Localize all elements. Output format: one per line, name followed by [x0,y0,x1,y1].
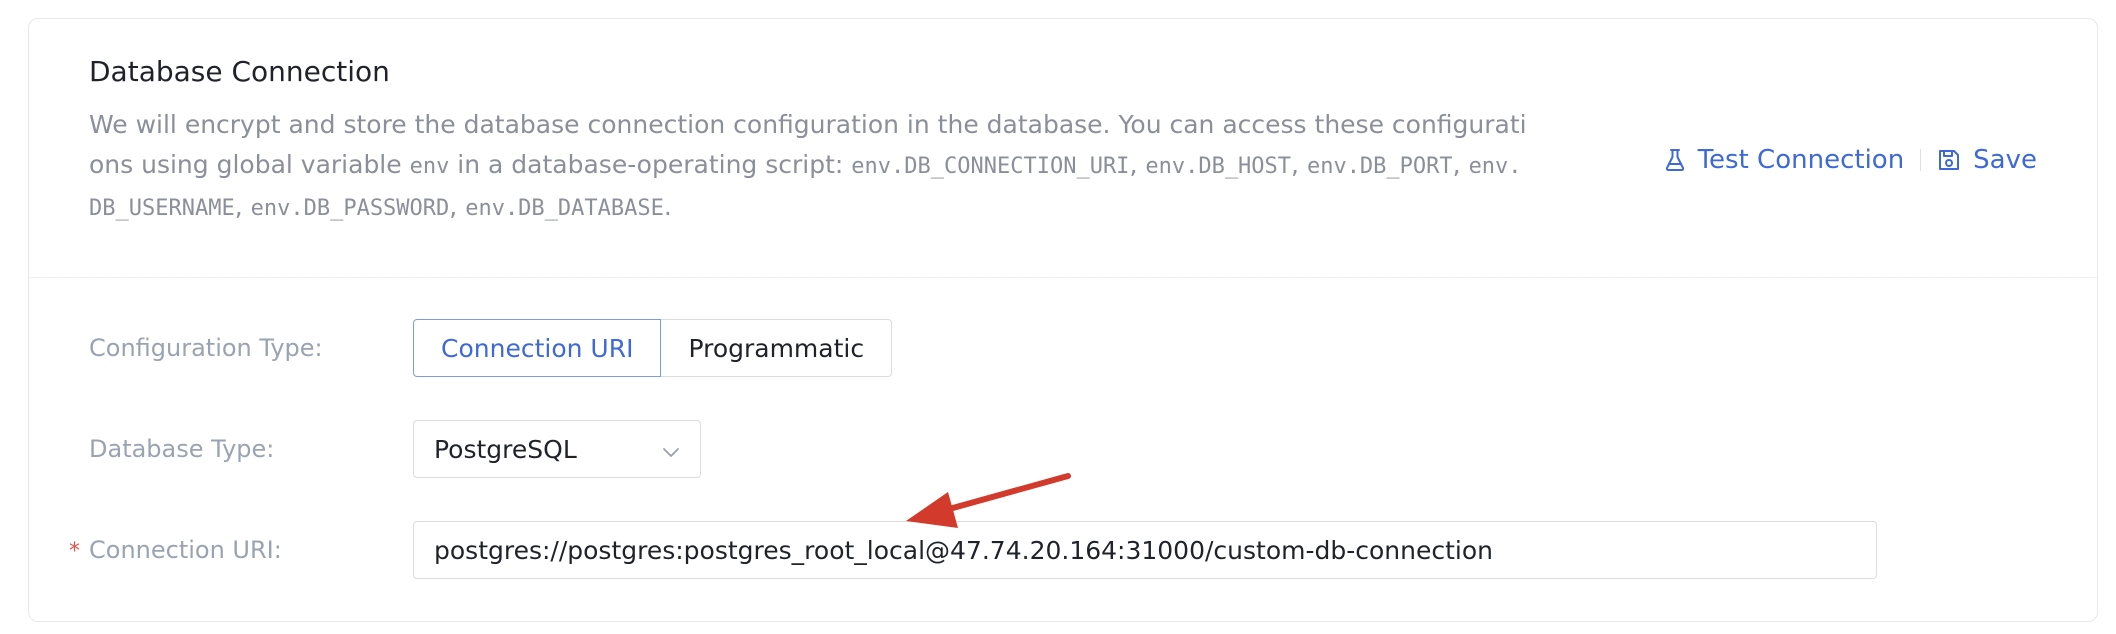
separator: , [1452,150,1469,179]
save-button[interactable]: Save [1937,145,2037,175]
option-connection-uri[interactable]: Connection URI [413,319,662,377]
var-db-database: env.DB_DATABASE [465,196,664,221]
database-type-select[interactable]: PostgreSQL [413,420,701,478]
connection-uri-label: Connection URI: [89,536,282,564]
required-mark: * [69,539,80,564]
separator: , [449,192,466,221]
actions-divider [1920,149,1922,171]
card-description: We will encrypt and store the database c… [89,105,1529,229]
description-text: in a database-operating script: [449,150,852,179]
form-row-database-type: Database Type: PostgreSQL [29,420,2097,478]
var-db-password: env.DB_PASSWORD [250,196,450,221]
database-type-label: Database Type: [89,435,275,463]
var-db-port: env.DB_PORT [1306,154,1453,179]
test-connection-button[interactable]: Test Connection [1664,145,1905,175]
test-connection-label: Test Connection [1697,145,1905,175]
card-header: Database Connection We will encrypt and … [29,19,2097,278]
separator: , [234,192,251,221]
var-db-connection-uri: env.DB_CONNECTION_URI [851,154,1130,179]
var-db-host: env.DB_HOST [1145,154,1292,179]
header-actions: Test Connection Save [1664,145,2037,175]
chevron-down-icon [662,435,680,464]
database-connection-card: Database Connection We will encrypt and … [28,18,2098,622]
separator: , [1129,150,1146,179]
form-row-connection-uri: * Connection URI: [29,521,2097,579]
card-title: Database Connection [89,55,390,88]
form-row-configuration-type: Configuration Type: Connection URI Progr… [29,319,2097,377]
description-end: . [663,192,672,221]
database-type-value: PostgreSQL [434,434,577,464]
configuration-type-segmented: Connection URI Programmatic [413,319,893,377]
configuration-type-label: Configuration Type: [89,334,323,362]
save-label: Save [1973,145,2037,175]
save-icon [1937,148,1961,172]
var-env: env [409,154,450,179]
option-programmatic[interactable]: Programmatic [661,319,893,377]
flask-icon [1664,148,1686,172]
separator: , [1291,150,1307,179]
connection-uri-input[interactable] [413,521,1877,579]
